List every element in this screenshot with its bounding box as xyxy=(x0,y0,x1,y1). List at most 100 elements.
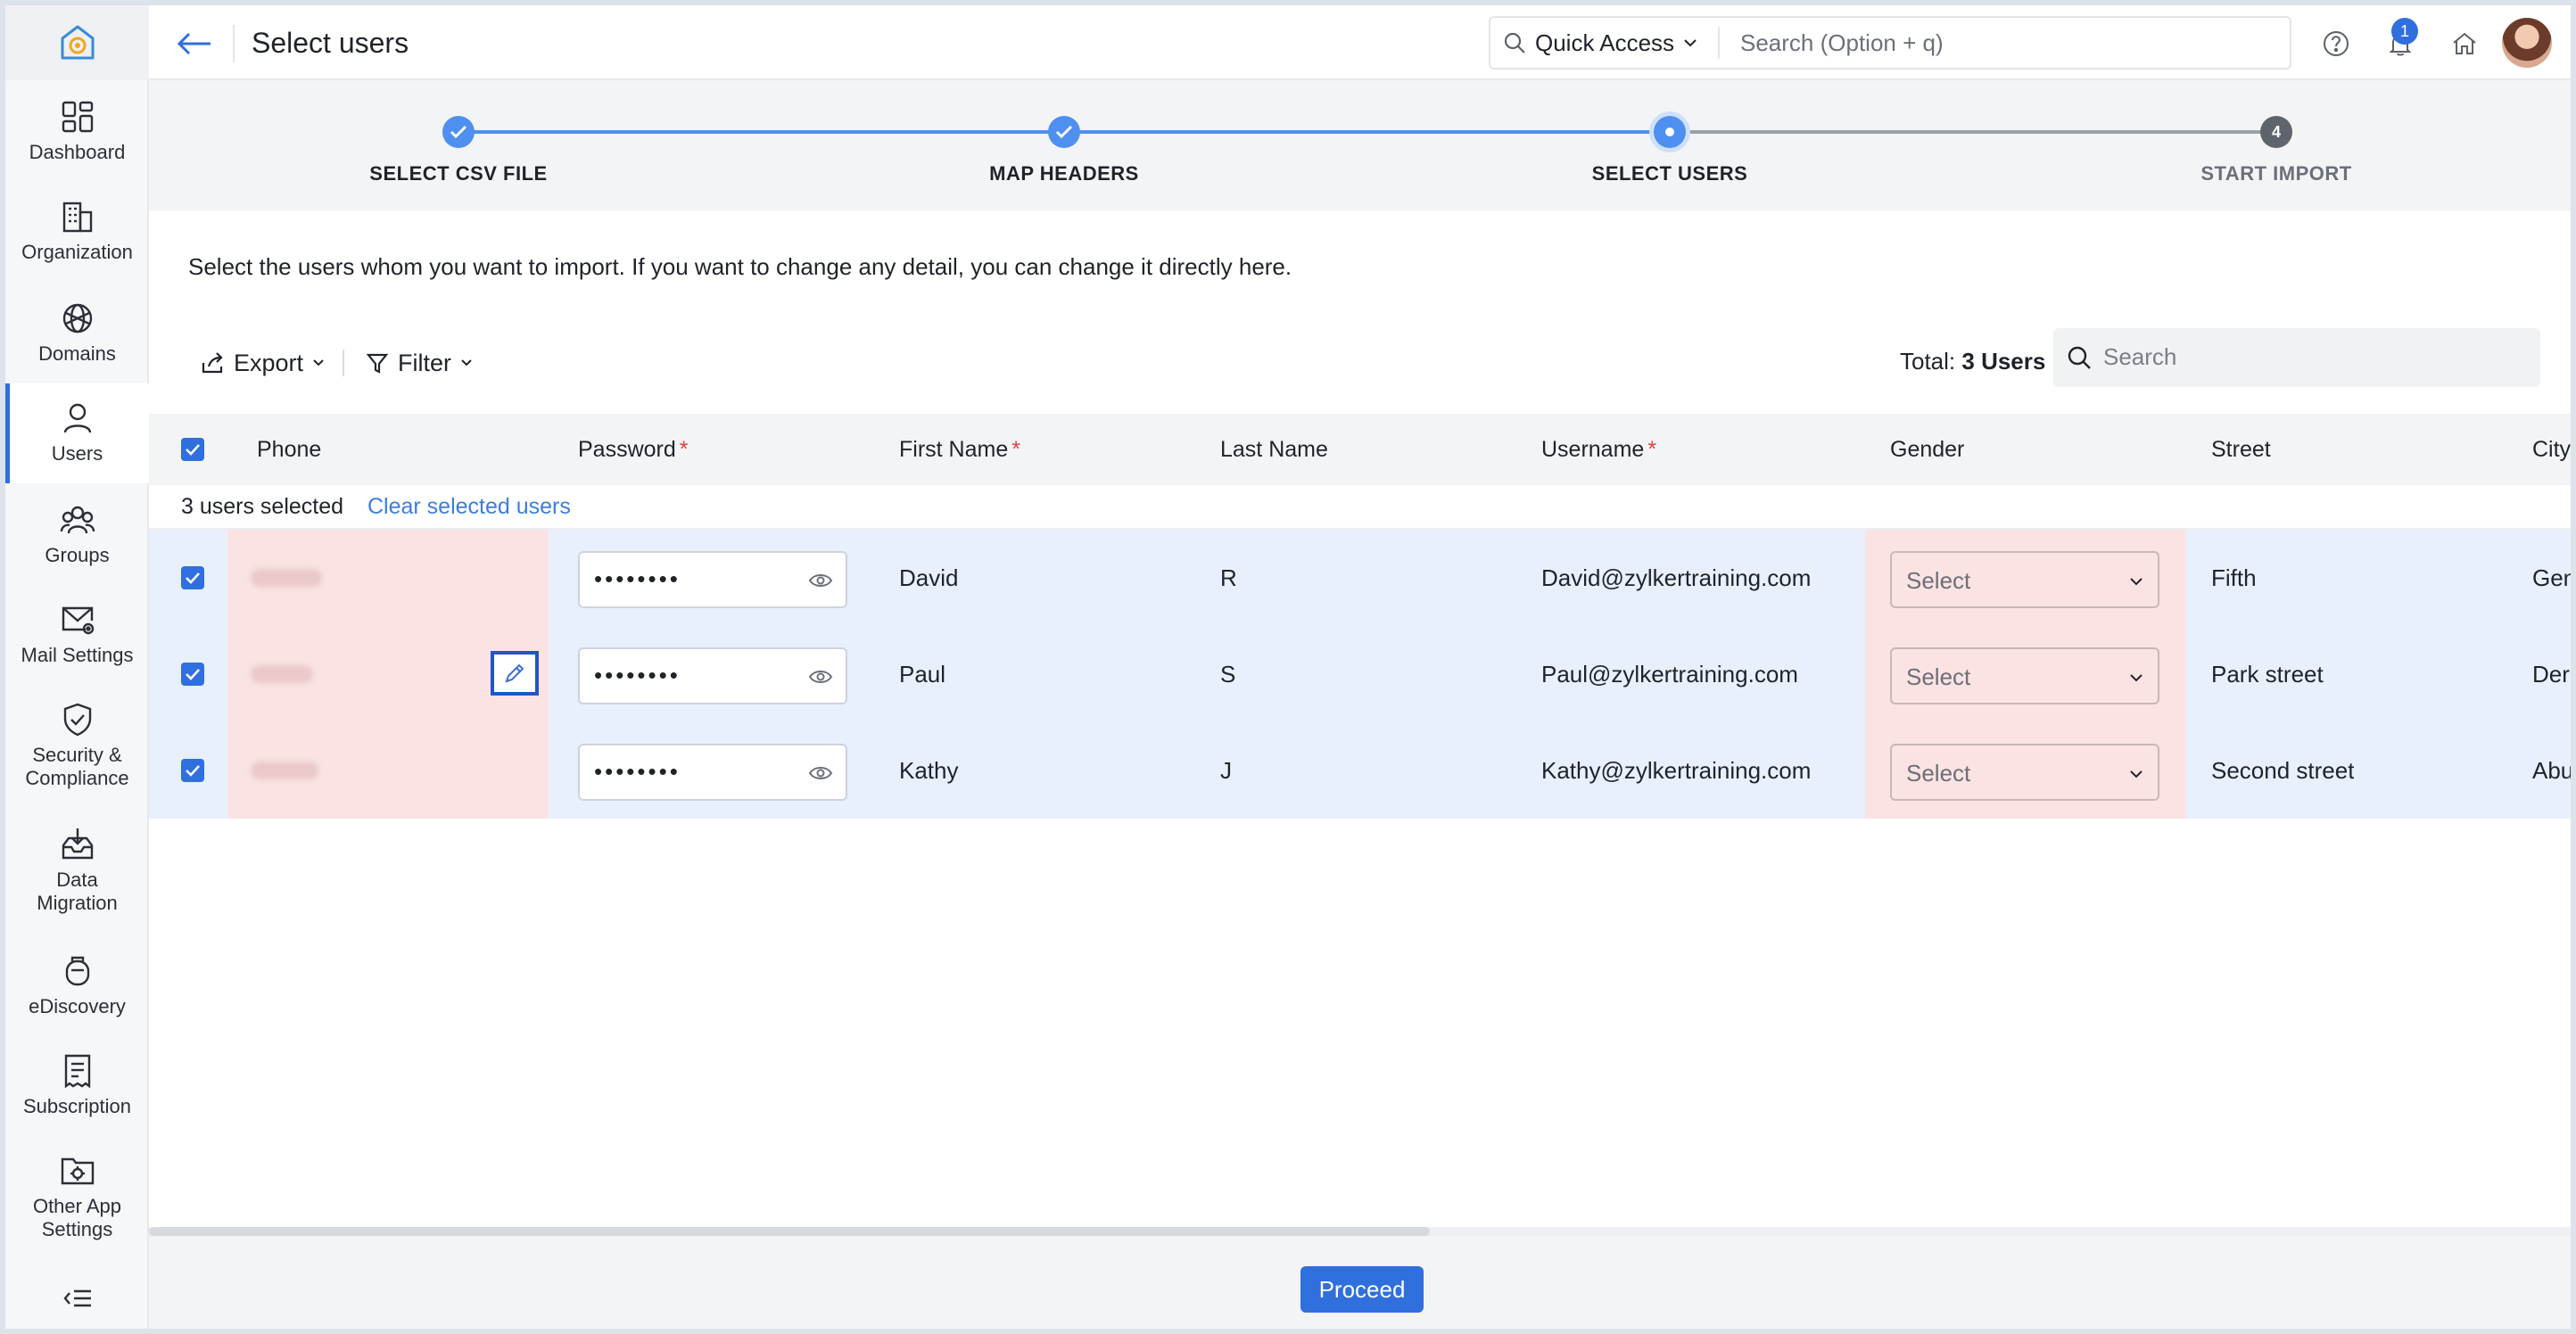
sidebar-item-users[interactable]: Users xyxy=(5,383,149,483)
sidebar: Dashboard Organization Domains Users Gro… xyxy=(5,5,149,1329)
eye-icon[interactable] xyxy=(808,571,833,590)
gender-select[interactable]: Select xyxy=(1890,647,2159,704)
gender-value: Select xyxy=(1906,567,1971,594)
sidebar-item-mail-settings[interactable]: Mail Settings xyxy=(5,601,149,667)
last-name-cell[interactable]: R xyxy=(1220,530,1237,626)
column-header-city[interactable]: City xyxy=(2532,414,2571,485)
sidebar-item-other-app-settings[interactable]: Other App Settings xyxy=(5,1152,149,1241)
sidebar-item-label: Organization xyxy=(21,241,133,263)
gender-value: Select xyxy=(1906,663,1971,690)
global-search-bar: Quick Access xyxy=(1489,16,2291,70)
sidebar-item-label: Security & Compliance xyxy=(25,744,129,789)
step-2-label: MAP HEADERS xyxy=(989,162,1139,185)
password-field[interactable]: •••••••• xyxy=(578,647,847,704)
groups-icon xyxy=(60,506,95,534)
column-header-last-name[interactable]: Last Name xyxy=(1220,414,1328,485)
data-migration-icon xyxy=(62,828,93,860)
column-header-street[interactable]: Street xyxy=(2211,414,2271,485)
clear-selected-users-link[interactable]: Clear selected users xyxy=(367,494,571,520)
mail-settings-icon xyxy=(62,606,94,635)
quick-access-dropdown[interactable]: Quick Access xyxy=(1503,18,1697,68)
mail-admin-logo-icon xyxy=(61,25,94,60)
city-cell[interactable]: Abu xyxy=(2532,722,2571,819)
chevron-down-icon xyxy=(313,359,324,366)
row-checkbox[interactable] xyxy=(181,759,204,782)
organization-icon xyxy=(62,202,92,233)
column-header-username[interactable]: Username * xyxy=(1541,414,1656,485)
eye-icon[interactable] xyxy=(808,763,833,783)
column-label: Password xyxy=(578,436,676,462)
total-prefix: Total: xyxy=(1900,348,1956,375)
sidebar-item-dashboard[interactable]: Dashboard xyxy=(5,98,149,164)
first-name-cell[interactable]: David xyxy=(899,530,958,626)
column-label: Gender xyxy=(1890,436,1965,462)
chevron-down-icon xyxy=(461,359,472,366)
street-cell[interactable]: Fifth xyxy=(2211,530,2257,626)
select-all-checkbox[interactable] xyxy=(181,438,204,461)
sidebar-item-domains[interactable]: Domains xyxy=(5,300,149,366)
table-search-box xyxy=(2053,328,2540,387)
first-name-cell[interactable]: Paul xyxy=(899,626,945,722)
home-button[interactable] xyxy=(2448,27,2481,61)
sidebar-item-label: Users xyxy=(51,442,103,465)
city-cell[interactable]: Gen xyxy=(2532,530,2571,626)
gender-select[interactable]: Select xyxy=(1890,551,2159,608)
required-marker: * xyxy=(1647,436,1657,462)
row-checkbox[interactable] xyxy=(181,566,204,589)
chevron-down-icon xyxy=(2130,770,2143,778)
collapse-sidebar-button[interactable] xyxy=(5,1280,149,1316)
gender-select[interactable]: Select xyxy=(1890,744,2159,801)
sidebar-item-data-migration[interactable]: Data Migration xyxy=(5,826,149,915)
password-field[interactable]: •••••••• xyxy=(578,551,847,608)
collapse-menu-icon xyxy=(62,1289,91,1307)
city-cell[interactable]: Derl xyxy=(2532,626,2571,722)
sidebar-item-label: Groups xyxy=(45,544,110,566)
back-button[interactable] xyxy=(176,25,213,62)
check-icon xyxy=(1055,125,1073,139)
username-cell[interactable]: Paul@zylkertraining.com xyxy=(1541,626,1798,722)
app-logo[interactable] xyxy=(5,5,149,80)
table-search-input[interactable] xyxy=(2103,337,2522,376)
user-avatar[interactable] xyxy=(2502,18,2552,68)
column-header-first-name[interactable]: First Name * xyxy=(899,414,1020,485)
sidebar-item-security-compliance[interactable]: Security & Compliance xyxy=(5,701,149,790)
column-header-gender[interactable]: Gender xyxy=(1890,414,1964,485)
sidebar-item-organization[interactable]: Organization xyxy=(5,198,149,264)
help-button[interactable] xyxy=(2319,27,2353,61)
step-pending-line xyxy=(1670,130,2276,134)
export-button[interactable]: Export xyxy=(200,344,325,382)
filter-button[interactable]: Filter xyxy=(366,344,473,382)
sidebar-item-subscription[interactable]: Subscription xyxy=(5,1052,149,1118)
user-icon xyxy=(63,403,91,433)
last-name-cell[interactable]: J xyxy=(1220,722,1232,819)
current-step-dot xyxy=(1665,128,1674,136)
global-search-input[interactable] xyxy=(1740,23,2275,62)
sidebar-item-ediscovery[interactable]: eDiscovery xyxy=(5,952,149,1018)
required-marker: * xyxy=(679,436,689,462)
phone-cell[interactable] xyxy=(227,722,549,819)
sidebar-item-groups[interactable]: Groups xyxy=(5,501,149,567)
username-cell[interactable]: Kathy@zylkertraining.com xyxy=(1541,722,1811,819)
street-cell[interactable]: Second street xyxy=(2211,722,2354,819)
ediscovery-icon xyxy=(65,956,89,986)
column-header-phone[interactable]: Phone xyxy=(257,414,321,485)
row-checkbox[interactable] xyxy=(181,663,204,686)
edit-phone-button[interactable] xyxy=(491,651,539,696)
header-divider xyxy=(233,25,235,62)
street-cell[interactable]: Park street xyxy=(2211,626,2324,722)
proceed-button[interactable]: Proceed xyxy=(1300,1266,1424,1313)
password-field[interactable]: •••••••• xyxy=(578,744,847,801)
username-cell[interactable]: David@zylkertraining.com xyxy=(1541,530,1811,626)
column-label: City xyxy=(2532,436,2571,462)
sidebar-item-label: Dashboard xyxy=(29,141,126,163)
column-header-password[interactable]: Password * xyxy=(578,414,689,485)
check-icon xyxy=(186,669,200,680)
step-4-label: START IMPORT xyxy=(2200,162,2352,185)
eye-icon[interactable] xyxy=(808,667,833,687)
first-name-cell[interactable]: Kathy xyxy=(899,722,959,819)
column-label: Last Name xyxy=(1220,436,1328,462)
last-name-cell[interactable]: S xyxy=(1220,626,1235,722)
horizontal-scrollbar-thumb[interactable] xyxy=(149,1227,1430,1236)
phone-cell[interactable] xyxy=(227,530,549,626)
table-row: •••••••• Kathy J Kathy@zylkertraining.co… xyxy=(149,722,2571,819)
